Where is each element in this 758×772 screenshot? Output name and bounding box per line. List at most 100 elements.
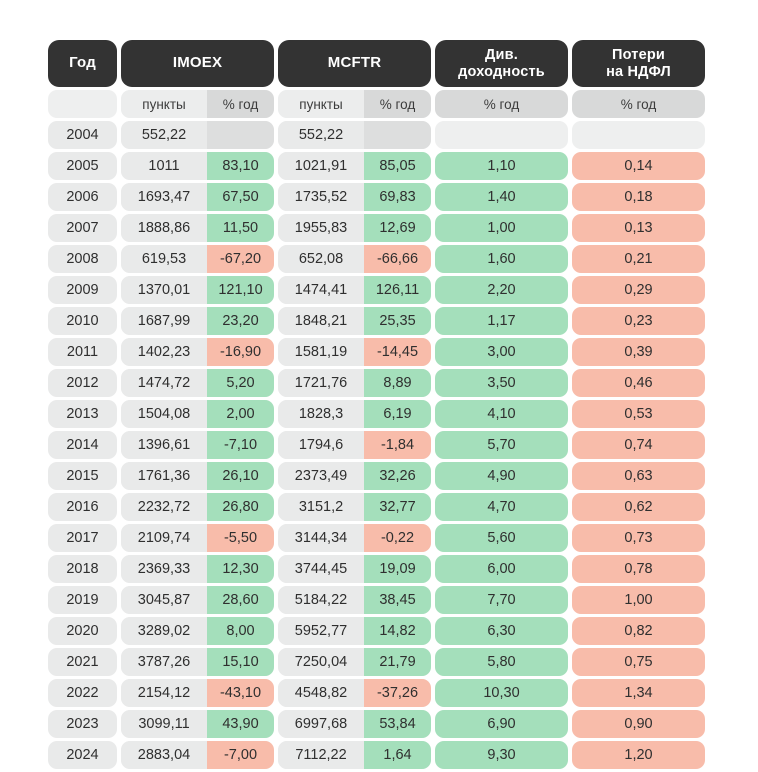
cell-mcftr-points: 1021,91: [278, 152, 364, 180]
cell-group-mcftr: 1828,3 6,19: [278, 400, 431, 428]
cell-imoex-points: 3045,87: [121, 586, 207, 614]
cell-dividend-yield: 2,20: [435, 276, 568, 304]
table-row: 2013 1504,08 2,00 1828,3 6,19 4,10 0,53: [48, 400, 710, 428]
cell-tax-loss: 1,34: [572, 679, 705, 707]
cell-group-imoex: 1011 83,10: [121, 152, 274, 180]
cell-imoex-percent: -16,90: [207, 338, 274, 366]
cell-tax-loss: 0,90: [572, 710, 705, 738]
cell-group-imoex: 1761,36 26,10: [121, 462, 274, 490]
cell-mcftr-percent: 12,69: [364, 214, 431, 242]
table-row: 2020 3289,02 8,00 5952,77 14,82 6,30 0,82: [48, 617, 710, 645]
cell-mcftr-percent: 6,19: [364, 400, 431, 428]
cell-mcftr-points: 6997,68: [278, 710, 364, 738]
cell-dividend-yield: 6,00: [435, 555, 568, 583]
cell-mcftr-percent: 8,89: [364, 369, 431, 397]
cell-imoex-points: 2154,12: [121, 679, 207, 707]
cell-year: 2012: [48, 369, 117, 397]
cell-group-imoex: 2883,04 -7,00: [121, 741, 274, 769]
cell-imoex-percent: 8,00: [207, 617, 274, 645]
cell-imoex-percent: -67,20: [207, 245, 274, 273]
subheader-mcftr-percent: % год: [364, 90, 431, 118]
cell-tax-loss: 0,63: [572, 462, 705, 490]
table-row: 2011 1402,23 -16,90 1581,19 -14,45 3,00 0,39: [48, 338, 710, 366]
cell-group-mcftr: 1474,41 126,11: [278, 276, 431, 304]
cell-imoex-percent: 43,90: [207, 710, 274, 738]
cell-year: 2008: [48, 245, 117, 273]
cell-group-mcftr: 652,08 -66,66: [278, 245, 431, 273]
cell-imoex-points: 1687,99: [121, 307, 207, 335]
cell-imoex-points: 1011: [121, 152, 207, 180]
cell-mcftr-percent: 38,45: [364, 586, 431, 614]
cell-mcftr-points: 552,22: [278, 121, 364, 149]
cell-imoex-percent: 28,60: [207, 586, 274, 614]
cell-imoex-percent: 11,50: [207, 214, 274, 242]
cell-mcftr-points: 1581,19: [278, 338, 364, 366]
cell-imoex-percent: 26,80: [207, 493, 274, 521]
cell-year: 2022: [48, 679, 117, 707]
cell-imoex-points: 2232,72: [121, 493, 207, 521]
cell-group-mcftr: 1955,83 12,69: [278, 214, 431, 242]
subheader-tax-percent: % год: [572, 90, 705, 118]
cell-dividend-yield: 3,00: [435, 338, 568, 366]
cell-dividend-yield: 9,30: [435, 741, 568, 769]
cell-year: 2014: [48, 431, 117, 459]
cell-imoex-points: 1402,23: [121, 338, 207, 366]
table-row: 2004 552,22 552,22: [48, 121, 710, 149]
cell-mcftr-percent: -66,66: [364, 245, 431, 273]
cell-dividend-yield: 1,17: [435, 307, 568, 335]
cell-tax-loss: 0,13: [572, 214, 705, 242]
cell-group-mcftr: 1735,52 69,83: [278, 183, 431, 211]
cell-imoex-percent: 121,10: [207, 276, 274, 304]
table-row: 2015 1761,36 26,10 2373,49 32,26 4,90 0,63: [48, 462, 710, 490]
cell-year: 2020: [48, 617, 117, 645]
cell-group-mcftr: 4548,82 -37,26: [278, 679, 431, 707]
cell-tax-loss: 0,53: [572, 400, 705, 428]
cell-mcftr-percent: 53,84: [364, 710, 431, 738]
cell-group-imoex: 1888,86 11,50: [121, 214, 274, 242]
cell-group-imoex: 619,53 -67,20: [121, 245, 274, 273]
cell-group-imoex: 2232,72 26,80: [121, 493, 274, 521]
cell-imoex-percent: -43,10: [207, 679, 274, 707]
cell-dividend-yield: 1,10: [435, 152, 568, 180]
cell-imoex-points: 1693,47: [121, 183, 207, 211]
cell-imoex-percent: 15,10: [207, 648, 274, 676]
cell-imoex-points: 1504,08: [121, 400, 207, 428]
cell-imoex-percent: -5,50: [207, 524, 274, 552]
cell-group-mcftr: 1794,6 -1,84: [278, 431, 431, 459]
cell-dividend-yield: 6,30: [435, 617, 568, 645]
cell-group-mcftr: 1021,91 85,05: [278, 152, 431, 180]
header-tax-losses: Потери на НДФЛ: [572, 40, 705, 87]
subheader-imoex-group: пункты % год: [121, 90, 274, 118]
table-row: 2006 1693,47 67,50 1735,52 69,83 1,40 0,18: [48, 183, 710, 211]
table-row: 2019 3045,87 28,60 5184,22 38,45 7,70 1,00: [48, 586, 710, 614]
cell-group-imoex: 1693,47 67,50: [121, 183, 274, 211]
cell-mcftr-points: 3144,34: [278, 524, 364, 552]
cell-year: 2004: [48, 121, 117, 149]
cell-imoex-percent: -7,10: [207, 431, 274, 459]
cell-mcftr-percent: -37,26: [364, 679, 431, 707]
cell-mcftr-points: 1474,41: [278, 276, 364, 304]
cell-imoex-percent: -7,00: [207, 741, 274, 769]
cell-imoex-points: 3787,26: [121, 648, 207, 676]
cell-year: 2016: [48, 493, 117, 521]
cell-dividend-yield: 3,50: [435, 369, 568, 397]
cell-mcftr-percent: 126,11: [364, 276, 431, 304]
cell-year: 2017: [48, 524, 117, 552]
cell-imoex-points: 2369,33: [121, 555, 207, 583]
table-row: 2017 2109,74 -5,50 3144,34 -0,22 5,60 0,73: [48, 524, 710, 552]
header-dividend-yield-line1: Див.: [485, 47, 518, 64]
header-imoex: IMOEX: [121, 40, 274, 87]
cell-group-imoex: 1396,61 -7,10: [121, 431, 274, 459]
header-dividend-yield-line2: доходность: [458, 63, 545, 80]
table-row: 2008 619,53 -67,20 652,08 -66,66 1,60 0,21: [48, 245, 710, 273]
subheader-imoex-percent: % год: [207, 90, 274, 118]
subheader-dividend-percent: % год: [435, 90, 568, 118]
cell-year: 2024: [48, 741, 117, 769]
cell-mcftr-points: 2373,49: [278, 462, 364, 490]
header-dividend-yield: Див. доходность: [435, 40, 568, 87]
cell-imoex-percent: 26,10: [207, 462, 274, 490]
cell-mcftr-percent: 21,79: [364, 648, 431, 676]
cell-group-imoex: 2109,74 -5,50: [121, 524, 274, 552]
cell-tax-loss: 0,82: [572, 617, 705, 645]
cell-group-imoex: 552,22: [121, 121, 274, 149]
